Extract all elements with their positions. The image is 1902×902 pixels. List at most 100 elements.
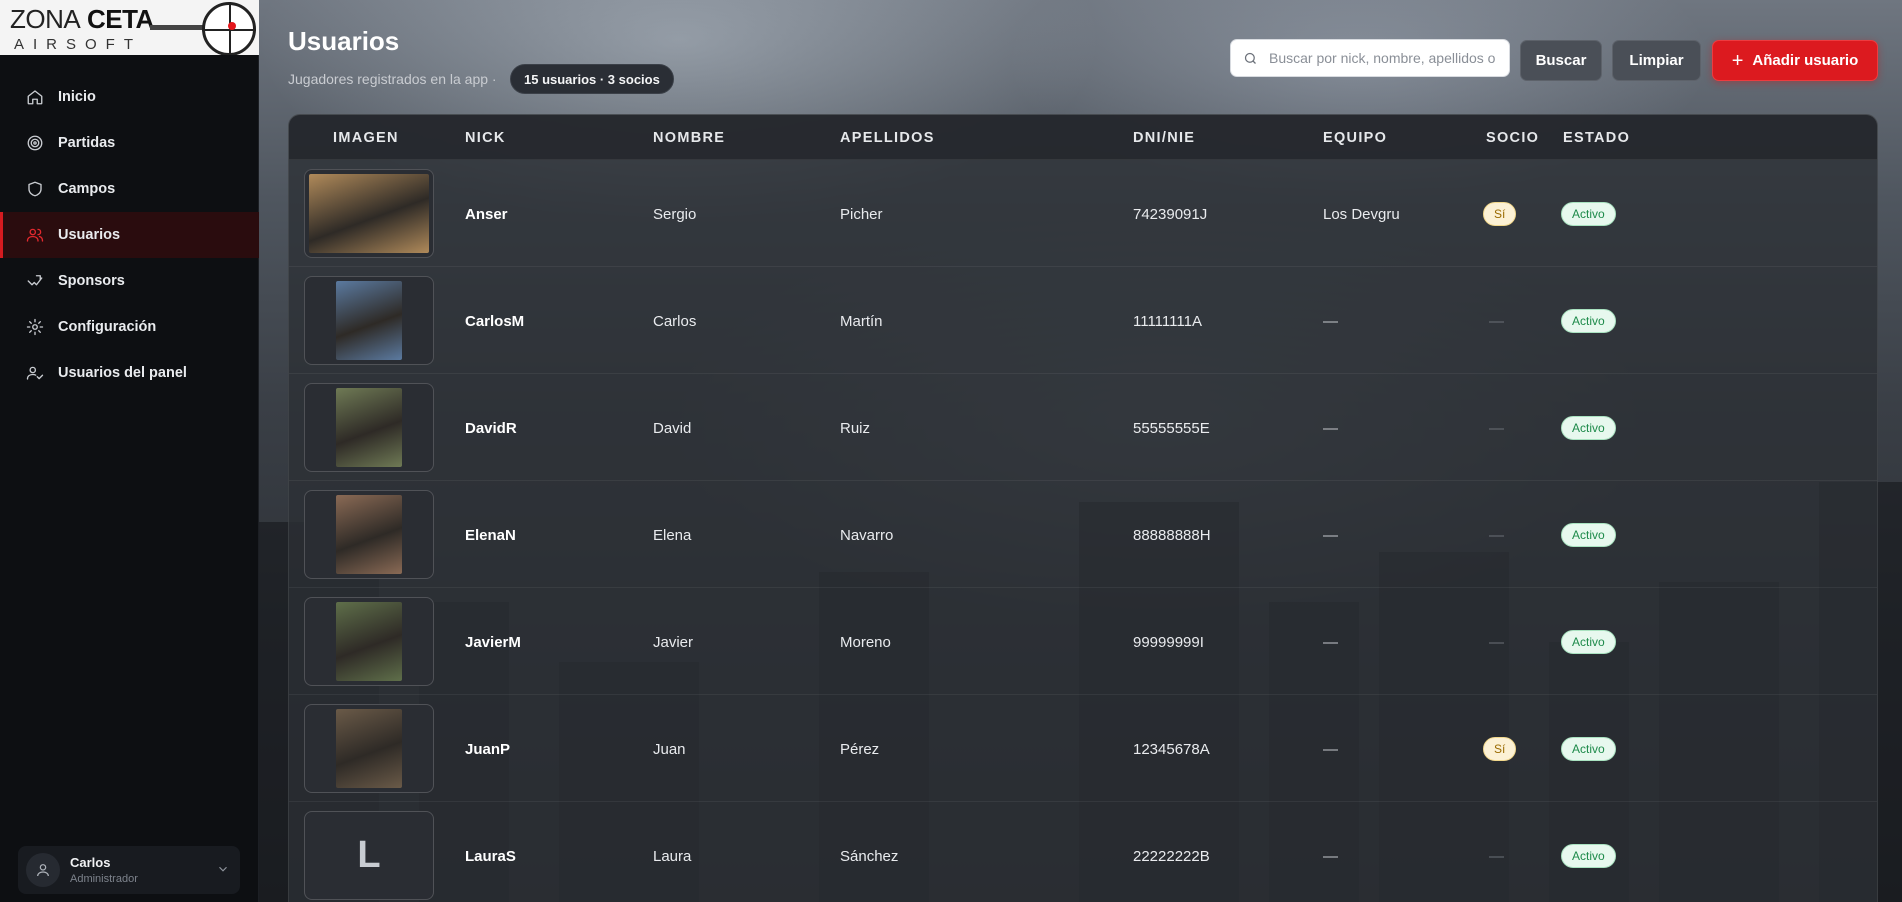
status-badge: Activo — [1561, 416, 1616, 440]
user-image[interactable] — [304, 169, 434, 258]
brand-title: ZONA CETA — [10, 4, 154, 35]
user-image[interactable] — [304, 383, 434, 472]
cell-apellidos: Sánchez — [840, 848, 899, 865]
cell-socio: — — [1489, 848, 1504, 865]
user-image[interactable] — [304, 704, 434, 793]
brand-line1-a: ZONA — [10, 4, 81, 34]
cell-dni: 74239091J — [1133, 206, 1208, 223]
brand-logo[interactable]: ZONA CETA AIRSOFT — [0, 0, 259, 55]
cell-nombre: Sergio — [653, 206, 697, 223]
sidebar-item-usuarios[interactable]: Usuarios — [0, 212, 259, 258]
cell-nick[interactable]: LauraS — [465, 848, 516, 865]
sidebar-item-label: Partidas — [58, 135, 116, 151]
table-row[interactable]: Anser Sergio Picher 74239091J Los Devgru Sí Ac… — [289, 160, 1877, 267]
target-icon — [27, 135, 43, 151]
column-header-equipo[interactable]: EQUIPO — [1323, 130, 1387, 146]
cell-apellidos: Pérez — [840, 741, 880, 758]
sidebar-item-label: Usuarios del panel — [58, 365, 187, 381]
cell-socio: — — [1489, 313, 1504, 330]
avatar — [26, 853, 60, 887]
column-header-dninie[interactable]: DNI/NIE — [1133, 130, 1195, 146]
sidebar-item-inicio[interactable]: Inicio — [0, 74, 259, 120]
sidebar-item-label: Campos — [58, 181, 116, 197]
cell-nick[interactable]: JuanP — [465, 741, 510, 758]
current-user-card[interactable]: Carlos Administrador — [18, 846, 240, 894]
column-header-nick[interactable]: NICK — [465, 130, 506, 146]
table-row[interactable]: L LauraS Laura Sánchez 22222222B — — Activo — [289, 802, 1877, 902]
sidebar-item-label: Usuarios — [58, 227, 121, 243]
search-box[interactable] — [1230, 39, 1510, 77]
cell-nombre: Javier — [653, 634, 694, 651]
cell-socio: — — [1489, 420, 1504, 437]
add-user-label: Añadir usuario — [1752, 52, 1859, 69]
sidebar: ZONA CETA AIRSOFT Inicio Partidas Campos Us… — [0, 0, 259, 902]
cell-nick[interactable]: ElenaN — [465, 527, 516, 544]
table-row[interactable]: JavierM Javier Moreno 99999999I — — Activo — [289, 588, 1877, 695]
cell-nombre: Carlos — [653, 313, 697, 330]
table-row[interactable]: CarlosM Carlos Martín 11111111A — — Activo — [289, 267, 1877, 374]
sidebar-item-sponsors[interactable]: Sponsors — [0, 258, 259, 304]
cell-apellidos: Navarro — [840, 527, 894, 544]
user-photo — [336, 281, 402, 360]
user-image[interactable] — [304, 597, 434, 686]
status-badge: Activo — [1561, 309, 1616, 333]
scope-dot — [228, 22, 236, 30]
cell-apellidos: Ruiz — [840, 420, 871, 437]
table-row[interactable]: ElenaN Elena Navarro 88888888H — — Activo — [289, 481, 1877, 588]
cell-nick[interactable]: Anser — [465, 206, 508, 223]
user-photo — [309, 174, 429, 253]
table-row[interactable]: DavidR David Ruiz 55555555E — — Activo — [289, 374, 1877, 481]
cell-nick[interactable]: CarlosM — [465, 313, 524, 330]
sidebar-item-usuarios-del-panel[interactable]: Usuarios del panel — [0, 350, 259, 396]
user-role: Administrador — [70, 873, 138, 885]
socio-badge: Sí — [1483, 202, 1517, 226]
chevron-down-icon[interactable] — [216, 862, 230, 876]
add-user-button[interactable]: + Añadir usuario — [1712, 40, 1878, 81]
cell-nombre: Laura — [653, 848, 692, 865]
column-header-nombre[interactable]: NOMBRE — [653, 130, 725, 146]
user-check-icon — [26, 366, 44, 380]
column-header-apellidos[interactable]: APELLIDOS — [840, 130, 935, 146]
sidebar-item-campos[interactable]: Campos — [0, 166, 259, 212]
sidebar-item-label: Inicio — [58, 89, 96, 105]
user-photo — [336, 388, 402, 467]
status-badge: Activo — [1561, 202, 1616, 226]
sidebar-item-configuración[interactable]: Configuración — [0, 304, 259, 350]
cell-equipo: — — [1323, 313, 1338, 330]
cell-nick[interactable]: JavierM — [465, 634, 521, 651]
cell-nick[interactable]: DavidR — [465, 420, 517, 437]
user-image[interactable] — [304, 276, 434, 365]
avatar-letter: L — [357, 834, 381, 876]
table-row[interactable]: JuanP Juan Pérez 12345678A — Sí Activo — [289, 695, 1877, 802]
cell-apellidos: Martín — [840, 313, 883, 330]
column-header-socio[interactable]: SOCIO — [1486, 130, 1539, 146]
cell-apellidos: Moreno — [840, 634, 891, 651]
status-badge: Activo — [1561, 523, 1616, 547]
cell-dni: 11111111A — [1133, 313, 1202, 330]
sidebar-item-partidas[interactable]: Partidas — [0, 120, 259, 166]
socio-badge: Sí — [1483, 737, 1517, 761]
user-image[interactable] — [304, 490, 434, 579]
shield-icon — [28, 181, 42, 197]
column-header-estado[interactable]: ESTADO — [1563, 130, 1630, 146]
user-photo — [336, 709, 402, 788]
cell-apellidos: Picher — [840, 206, 883, 223]
page-subtitle: Jugadores registrados en la app · — [288, 71, 497, 87]
search-button[interactable]: Buscar — [1520, 40, 1602, 81]
cell-nombre: Elena — [653, 527, 692, 544]
search-input[interactable] — [1269, 50, 1499, 66]
column-header-imagen[interactable]: IMAGEN — [333, 130, 399, 146]
users-count-badge: 15 usuarios · 3 socios — [510, 64, 674, 94]
cell-equipo: — — [1323, 848, 1338, 865]
clear-button[interactable]: Limpiar — [1612, 40, 1701, 81]
sidebar-item-label: Sponsors — [58, 273, 125, 289]
status-badge: Activo — [1561, 630, 1616, 654]
cell-socio: — — [1489, 634, 1504, 651]
sidebar-item-label: Configuración — [58, 319, 157, 335]
table-header: IMAGEN NICK NOMBRE APELLIDOS DNI/NIE EQUIPO SO… — [289, 115, 1877, 160]
user-photo — [336, 602, 402, 681]
cell-dni: 88888888H — [1133, 527, 1211, 544]
cell-equipo: Los Devgru — [1323, 206, 1400, 223]
user-image[interactable]: L — [304, 811, 434, 900]
cell-equipo: — — [1323, 527, 1338, 544]
